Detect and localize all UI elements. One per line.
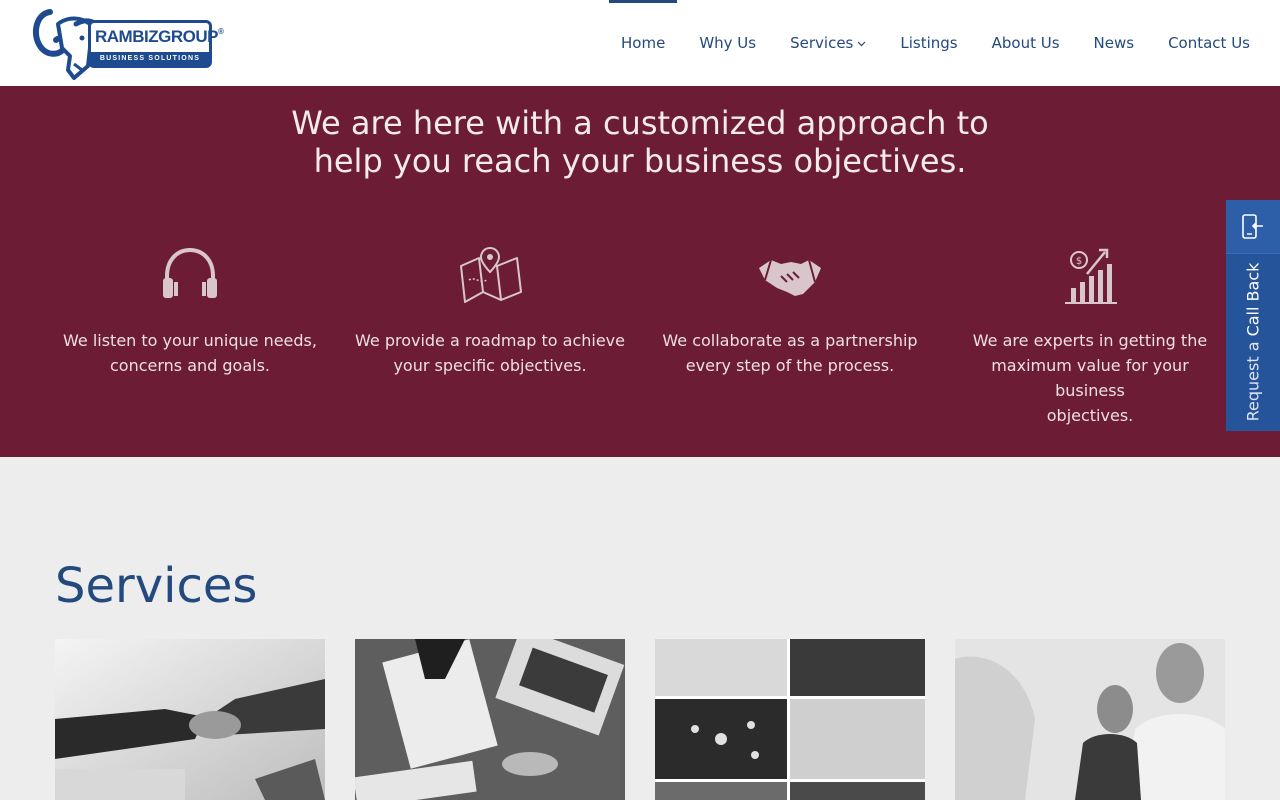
site-header: RAMBIZGROUP® BUSINESS SOLUTIONS Home Why… — [0, 0, 1280, 86]
service-card-handshake[interactable] — [55, 639, 325, 800]
feature-collaborate-line2: every step of the process. — [685, 356, 895, 375]
nav-services-label: Services — [790, 34, 854, 52]
logo[interactable]: RAMBIZGROUP® BUSINESS SOLUTIONS — [30, 4, 224, 82]
nav-listings[interactable]: Listings — [900, 0, 957, 86]
main-nav: Home Why Us Services Listings About Us N… — [587, 0, 1250, 86]
feature-listen-line2: concerns and goals. — [109, 356, 271, 375]
nav-about-us[interactable]: About Us — [992, 0, 1060, 86]
nav-contact-us[interactable]: Contact Us — [1168, 0, 1250, 86]
contract-photo — [355, 639, 625, 800]
feature-collaborate-line1: We collaborate as a partnership — [662, 331, 918, 350]
service-card-collage[interactable] — [655, 639, 925, 800]
approach-heading-line2: help you reach your business objectives. — [313, 142, 967, 180]
logo-registered-mark: ® — [217, 27, 224, 36]
handshake-photo — [55, 639, 325, 800]
headphones-icon — [163, 247, 217, 298]
nav-why-us[interactable]: Why Us — [699, 0, 756, 86]
feature-experts-line3: objectives. — [1046, 406, 1134, 425]
growth-chart-icon: $ — [1065, 248, 1117, 304]
phone-callback-icon — [1242, 214, 1263, 239]
nav-news[interactable]: News — [1094, 0, 1135, 86]
service-card-office[interactable] — [955, 639, 1225, 800]
collage-photo — [655, 639, 925, 800]
approach-heading-line1: We are here with a customized approach t… — [291, 104, 989, 142]
callback-label-prefix: Request a — [1243, 336, 1263, 422]
feature-listen-line1: We listen to your unique needs, — [63, 331, 317, 350]
logo-badge: RAMBIZGROUP® BUSINESS SOLUTIONS — [88, 20, 224, 68]
nav-home[interactable]: Home — [608, 0, 678, 86]
services-heading: Services — [55, 558, 258, 614]
request-callback-tab[interactable]: Request a Call Back — [1226, 200, 1280, 431]
chevron-down-icon — [857, 41, 866, 47]
feature-experts: $ We are experts in getting the maximum … — [955, 246, 1225, 428]
logo-subtitle: BUSINESS SOLUTIONS — [91, 52, 209, 65]
service-card-contract[interactable] — [355, 639, 625, 800]
nav-services[interactable]: Services — [790, 0, 866, 86]
logo-title: RAMBIZGROUP — [95, 27, 218, 46]
callback-label: Request a Call Back — [1244, 263, 1263, 422]
feature-listen: We listen to your unique needs, concerns… — [55, 246, 325, 378]
approach-band: We are here with a customized approach t… — [0, 86, 1280, 457]
office-photo — [955, 639, 1225, 800]
approach-heading: We are here with a customized approach t… — [240, 104, 1040, 180]
feature-experts-line2: maximum value for your business — [991, 356, 1189, 400]
callback-icon-box — [1226, 200, 1280, 254]
map-icon — [460, 246, 522, 303]
feature-collaborate: We collaborate as a partnership every st… — [655, 246, 925, 378]
feature-roadmap: We provide a roadmap to achieve your spe… — [355, 246, 625, 378]
callback-label-emphasis: Call Back — [1243, 262, 1263, 337]
feature-roadmap-line2: your specific objectives. — [393, 356, 587, 375]
svg-text:$: $ — [1076, 256, 1082, 267]
feature-experts-line1: We are experts in getting the — [972, 331, 1208, 350]
handshake-icon — [759, 259, 821, 296]
feature-roadmap-line1: We provide a roadmap to achieve — [355, 331, 625, 350]
